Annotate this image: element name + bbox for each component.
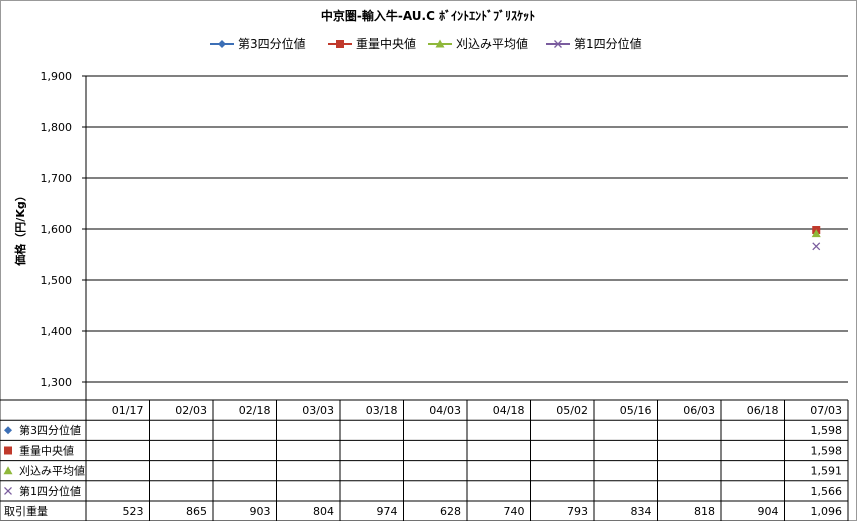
- chart-area-border: [0, 0, 857, 521]
- x-tick-label-4: 03/18: [366, 404, 398, 417]
- table-volume-cell-2: 903: [250, 505, 271, 518]
- table-volume-cell-6: 740: [504, 505, 525, 518]
- legend-label-1: 重量中央値: [356, 36, 416, 51]
- y-tick-label-2: 1,700: [41, 172, 73, 185]
- table-cell-0-11: 1,598: [811, 424, 843, 437]
- table-cell-2-11: 1,591: [811, 465, 843, 478]
- table-volume-cell-5: 628: [440, 505, 461, 518]
- table-volume-cell-3: 804: [313, 505, 334, 518]
- x-tick-label-5: 04/03: [429, 404, 461, 417]
- table-volume-cell-9: 818: [694, 505, 715, 518]
- table-volume-cell-1: 865: [186, 505, 207, 518]
- table-row-label-1: 重量中央値: [19, 443, 74, 457]
- table-volume-cell-10: 904: [758, 505, 779, 518]
- table-row-label-0: 第3四分位値: [19, 423, 81, 437]
- x-tick-label-10: 06/18: [747, 404, 779, 417]
- legend-label-3: 第1四分位値: [574, 36, 642, 51]
- x-tick-label-3: 03/03: [302, 404, 334, 417]
- legend-label-2: 刈込み平均値: [456, 36, 528, 51]
- y-tick-label-5: 1,400: [41, 325, 73, 338]
- x-tick-label-7: 05/02: [556, 404, 588, 417]
- chart-root: 中京圏-輸入牛-AU.C ﾎﾞｲﾝﾄｴﾝﾄﾞﾌﾞﾘｽｹｯﾄ 価格（円/Kg） 第…: [0, 0, 857, 522]
- y-tick-label-1: 1,800: [41, 121, 73, 134]
- x-tick-label-2: 02/18: [239, 404, 271, 417]
- legend-marker-1: [336, 40, 344, 48]
- table-row-label-3: 第1四分位値: [19, 484, 81, 498]
- table-volume-cell-7: 793: [567, 505, 588, 518]
- x-tick-label-8: 05/16: [620, 404, 652, 417]
- x-tick-label-0: 01/17: [112, 404, 144, 417]
- table-row-label-volume: 取引重量: [4, 504, 48, 518]
- legend-label-0: 第3四分位値: [238, 36, 306, 51]
- table-row-label-2: 刈込み平均値: [19, 465, 85, 478]
- x-tick-label-11: 07/03: [810, 404, 842, 417]
- table-volume-cell-11: 1,096: [811, 505, 843, 518]
- x-tick-label-6: 04/18: [493, 404, 525, 417]
- table-cell-3-11: 1,566: [811, 485, 843, 498]
- table-volume-cell-8: 834: [631, 505, 652, 518]
- x-tick-label-1: 02/03: [175, 404, 207, 417]
- table-row-marker-1: [4, 446, 12, 455]
- y-tick-label-0: 1,900: [41, 70, 73, 83]
- table-volume-cell-0: 523: [123, 505, 144, 518]
- chart-svg: 中京圏-輸入牛-AU.C ﾎﾞｲﾝﾄｴﾝﾄﾞﾌﾞﾘｽｹｯﾄ 価格（円/Kg） 第…: [0, 0, 857, 522]
- y-tick-label-6: 1,300: [41, 376, 73, 389]
- chart-title: 中京圏-輸入牛-AU.C ﾎﾞｲﾝﾄｴﾝﾄﾞﾌﾞﾘｽｹｯﾄ: [321, 8, 535, 23]
- y-axis-title: 価格（円/Kg）: [13, 190, 27, 266]
- x-tick-label-9: 06/03: [683, 404, 715, 417]
- table-volume-cell-4: 974: [377, 505, 398, 518]
- y-tick-label-3: 1,600: [41, 223, 73, 236]
- table-cell-1-11: 1,598: [811, 444, 843, 457]
- y-tick-label-4: 1,500: [41, 274, 73, 287]
